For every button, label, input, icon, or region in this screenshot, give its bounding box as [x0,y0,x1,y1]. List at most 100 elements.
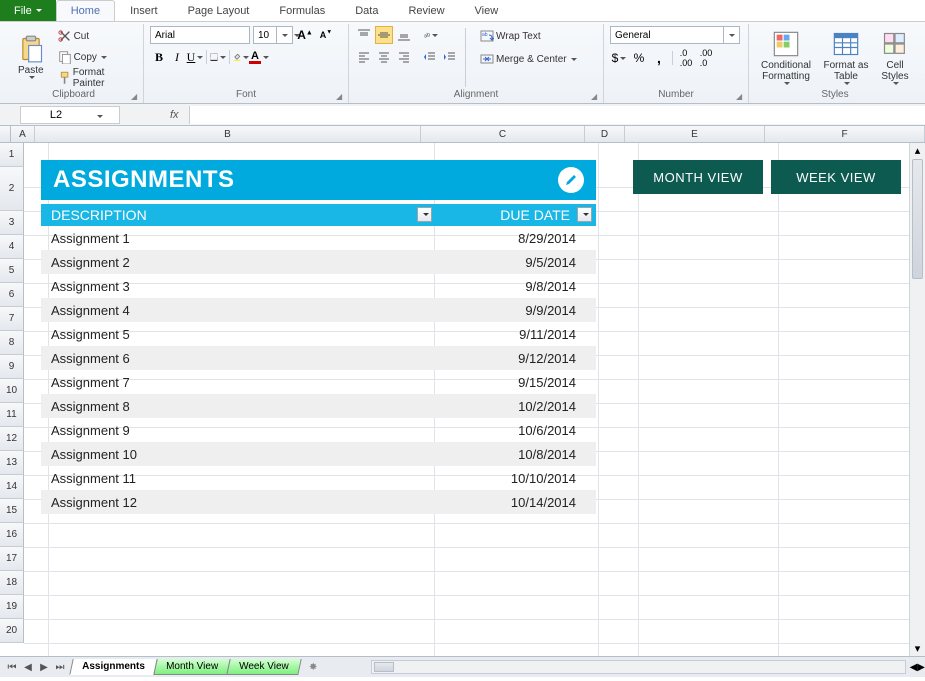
tab-formulas[interactable]: Formulas [264,0,340,21]
row-header-1[interactable]: 1 [0,143,24,167]
tab-insert[interactable]: Insert [115,0,173,21]
row-header-17[interactable]: 17 [0,547,24,571]
column-header-D[interactable]: D [585,126,625,142]
align-middle-button[interactable] [375,26,393,44]
font-size-combo[interactable] [253,26,293,44]
alignment-launcher[interactable]: ◢ [591,92,601,102]
column-header-A[interactable]: A [11,126,35,142]
fx-icon[interactable]: fx [170,109,179,121]
row-header-2[interactable]: 2 [0,167,24,211]
increase-decimal-button[interactable]: .0.00 [677,49,695,67]
sheet-nav-last[interactable]: ⏭ [52,659,68,675]
table-row[interactable]: Assignment 1210/14/2014 [41,490,596,514]
table-row[interactable]: Assignment 59/11/2014 [41,322,596,346]
sheet-tab-week-view[interactable]: Week View [226,659,301,675]
formula-input[interactable] [189,106,925,124]
number-launcher[interactable]: ◢ [736,92,746,102]
column-header-E[interactable]: E [625,126,765,142]
scroll-down-button[interactable]: ▾ [910,641,925,656]
row-header-6[interactable]: 6 [0,283,24,307]
row-header-12[interactable]: 12 [0,427,24,451]
wrap-text-button[interactable]: abWrap Text [478,26,579,46]
edit-button[interactable] [558,167,584,193]
table-row[interactable]: Assignment 39/8/2014 [41,274,596,298]
week-view-button[interactable]: WEEK VIEW [771,160,901,194]
row-header-15[interactable]: 15 [0,499,24,523]
font-name-combo[interactable] [150,26,250,44]
column-header-F[interactable]: F [765,126,925,142]
row-header-9[interactable]: 9 [0,355,24,379]
tab-view[interactable]: View [460,0,514,21]
align-top-button[interactable] [355,26,373,44]
chevron-down-icon[interactable] [91,109,107,121]
paste-button[interactable]: Paste [10,26,52,88]
number-format-input[interactable] [611,27,723,43]
fill-color-button[interactable] [232,48,250,66]
bold-button[interactable]: B [150,48,168,66]
decrease-font-button[interactable]: A▼ [317,26,335,44]
conditional-formatting-button[interactable]: Conditional Formatting [755,26,817,88]
table-row[interactable]: Assignment 1110/10/2014 [41,466,596,490]
sheet-tab-assignments[interactable]: Assignments [69,659,157,675]
cut-button[interactable]: Cut [56,26,137,46]
number-format-combo[interactable] [610,26,740,44]
tab-data[interactable]: Data [340,0,393,21]
accounting-format-button[interactable]: $ [610,49,628,67]
orientation-button[interactable]: ab [421,26,439,44]
percent-format-button[interactable]: % [630,49,648,67]
row-header-4[interactable]: 4 [0,235,24,259]
select-all-corner[interactable] [0,126,11,142]
comma-format-button[interactable]: , [650,49,668,67]
increase-indent-button[interactable] [441,48,459,66]
scroll-up-button[interactable]: ▴ [910,143,925,158]
increase-font-button[interactable]: A▲ [296,26,314,44]
borders-button[interactable] [209,48,227,66]
table-row[interactable]: Assignment 1010/8/2014 [41,442,596,466]
table-row[interactable]: Assignment 910/6/2014 [41,418,596,442]
row-header-14[interactable]: 14 [0,475,24,499]
italic-button[interactable]: I [168,48,186,66]
hscroll-right[interactable]: ▶ [917,662,925,673]
font-launcher[interactable]: ◢ [336,92,346,102]
sheet-nav-next[interactable]: ▶ [36,659,52,675]
horizontal-scrollbar[interactable] [371,660,906,674]
table-row[interactable]: Assignment 810/2/2014 [41,394,596,418]
sheet-nav-prev[interactable]: ◀ [20,659,36,675]
table-row[interactable]: Assignment 79/15/2014 [41,370,596,394]
font-size-input[interactable] [254,27,276,43]
tab-review[interactable]: Review [393,0,459,21]
format-painter-button[interactable]: Format Painter [56,68,137,88]
underline-button[interactable]: U [186,48,204,66]
filter-description-button[interactable] [417,207,432,222]
row-header-10[interactable]: 10 [0,379,24,403]
row-header-18[interactable]: 18 [0,571,24,595]
row-header-13[interactable]: 13 [0,451,24,475]
table-row[interactable]: Assignment 29/5/2014 [41,250,596,274]
month-view-button[interactable]: MONTH VIEW [633,160,763,194]
file-tab[interactable]: File [0,0,56,21]
decrease-decimal-button[interactable]: .00.0 [697,49,715,67]
row-header-16[interactable]: 16 [0,523,24,547]
clipboard-launcher[interactable]: ◢ [131,92,141,102]
new-sheet-button[interactable]: ✸ [297,660,329,675]
filter-due-date-button[interactable] [577,207,592,222]
name-box[interactable] [20,106,120,124]
align-bottom-button[interactable] [395,26,413,44]
align-right-button[interactable] [395,48,413,66]
tab-page-layout[interactable]: Page Layout [173,0,265,21]
row-header-11[interactable]: 11 [0,403,24,427]
row-header-3[interactable]: 3 [0,211,24,235]
hscroll-thumb[interactable] [374,662,394,672]
table-row[interactable]: Assignment 69/12/2014 [41,346,596,370]
row-header-8[interactable]: 8 [0,331,24,355]
align-left-button[interactable] [355,48,373,66]
column-header-B[interactable]: B [35,126,421,142]
align-center-button[interactable] [375,48,393,66]
tab-home[interactable]: Home [56,0,115,21]
format-as-table-button[interactable]: Format as Table [821,26,871,88]
name-box-input[interactable] [21,109,91,121]
sheet-nav-first[interactable]: ⏮ [4,659,20,675]
row-header-20[interactable]: 20 [0,619,24,643]
font-color-button[interactable]: A [250,48,268,66]
column-header-C[interactable]: C [421,126,585,142]
